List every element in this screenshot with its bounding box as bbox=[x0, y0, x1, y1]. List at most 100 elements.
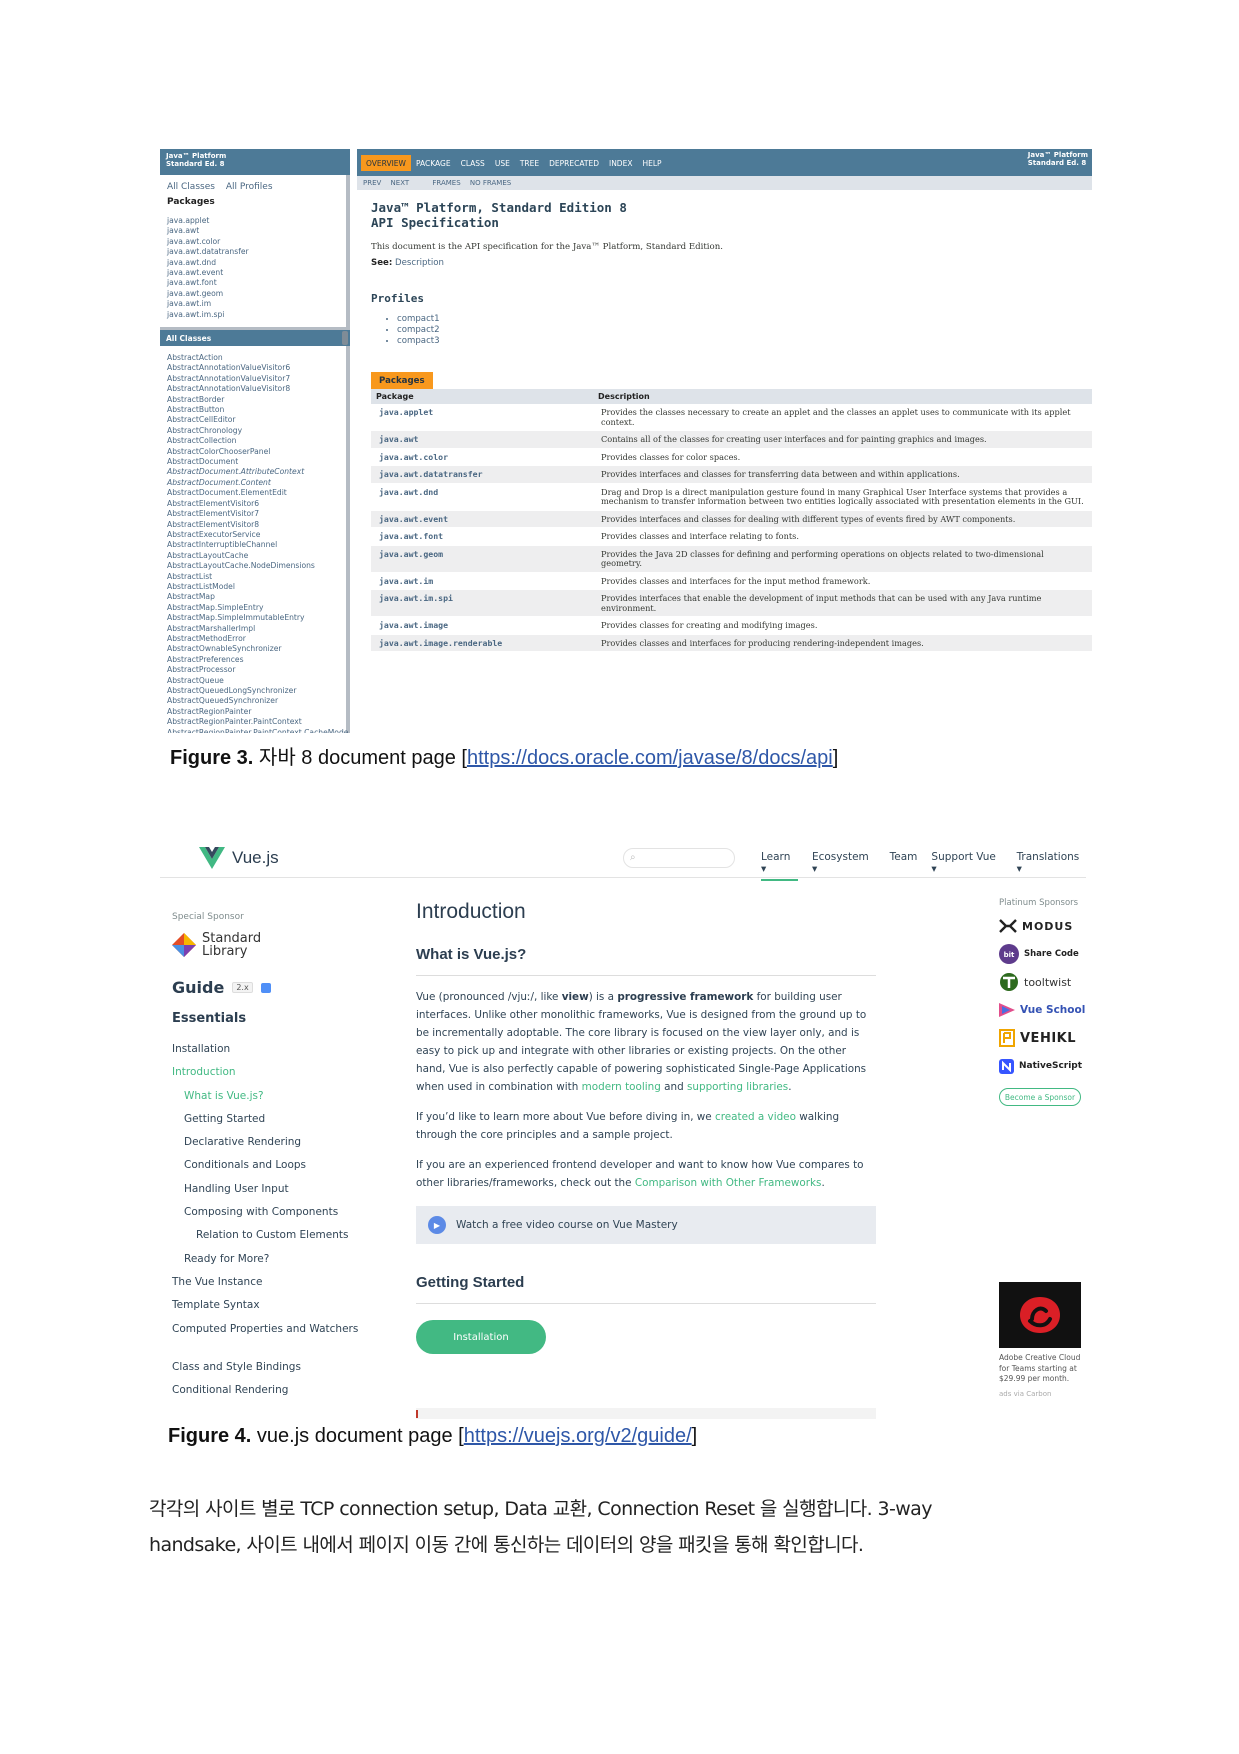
caption-link[interactable]: https://vuejs.org/v2/guide/ bbox=[464, 1425, 692, 1447]
standard-library-logo[interactable]: Standard Library bbox=[172, 932, 372, 958]
package-name-link[interactable]: java.awt.image bbox=[371, 616, 593, 635]
sponsor-tooltwist[interactable]: tooltwist bbox=[999, 973, 1086, 991]
package-link[interactable]: java.awt.font bbox=[167, 278, 343, 288]
class-link[interactable]: AbstractAnnotationValueVisitor6 bbox=[167, 363, 343, 373]
class-link[interactable]: AbstractRegionPainter.PaintContext bbox=[167, 717, 343, 727]
package-name-link[interactable]: java.awt.image.renderable bbox=[371, 634, 593, 652]
sponsor-vueschool[interactable]: Vue School bbox=[999, 1002, 1086, 1018]
nav-item-package[interactable]: PACKAGE bbox=[411, 155, 456, 171]
class-link[interactable]: AbstractPreferences bbox=[167, 655, 343, 665]
no-frames-link[interactable]: NO FRAMES bbox=[470, 179, 511, 187]
sidebar-item[interactable]: Class and Style Bindings bbox=[172, 1356, 372, 1379]
nav-item[interactable]: Learn ▾ bbox=[761, 851, 798, 881]
sidebar-item[interactable]: Getting Started bbox=[172, 1108, 372, 1131]
class-link[interactable]: AbstractOwnableSynchronizer bbox=[167, 644, 343, 654]
supporting-libraries-link[interactable]: supporting libraries bbox=[687, 1081, 788, 1093]
become-sponsor-button[interactable]: Become a Sponsor bbox=[999, 1088, 1081, 1106]
ads-via-carbon[interactable]: ads via Carbon bbox=[999, 1390, 1081, 1398]
sidebar-item[interactable]: Template Syntax bbox=[172, 1294, 372, 1317]
class-link[interactable]: AbstractElementVisitor7 bbox=[167, 509, 343, 519]
sponsor-modus[interactable]: MODUS bbox=[999, 918, 1086, 934]
class-link[interactable]: AbstractMap.SimpleImmutableEntry bbox=[167, 613, 343, 623]
class-link[interactable]: AbstractElementVisitor8 bbox=[167, 520, 343, 530]
class-link[interactable]: AbstractLayoutCache bbox=[167, 551, 343, 561]
class-link[interactable]: AbstractDocument.AttributeContext bbox=[167, 467, 343, 477]
nav-item[interactable]: Support Vue ▾ bbox=[931, 851, 1002, 881]
sponsor-nativescript[interactable]: NativeScript bbox=[999, 1058, 1086, 1074]
nav-item-index[interactable]: INDEX bbox=[604, 155, 637, 171]
package-link[interactable]: java.awt.dnd bbox=[167, 258, 343, 268]
all-classes-link[interactable]: All Classes bbox=[167, 182, 215, 192]
package-name-link[interactable]: java.awt.datatransfer bbox=[371, 465, 593, 484]
package-link[interactable]: java.awt.geom bbox=[167, 289, 343, 299]
next-link[interactable]: NEXT bbox=[391, 179, 410, 187]
sidebar-item[interactable]: The Vue Instance bbox=[172, 1271, 372, 1294]
class-link[interactable]: AbstractAnnotationValueVisitor7 bbox=[167, 374, 343, 384]
sidebar-item[interactable]: Computed Properties and Watchers bbox=[172, 1318, 372, 1356]
class-link[interactable]: AbstractCellEditor bbox=[167, 415, 343, 425]
version-select[interactable]: 2.x bbox=[232, 982, 253, 993]
description-link[interactable]: Description bbox=[395, 258, 444, 268]
class-link[interactable]: AbstractListModel bbox=[167, 582, 343, 592]
class-link[interactable]: AbstractBorder bbox=[167, 395, 343, 405]
package-link[interactable]: java.applet bbox=[167, 216, 343, 226]
package-link[interactable]: java.awt.event bbox=[167, 268, 343, 278]
package-link[interactable]: java.awt.im bbox=[167, 299, 343, 309]
frame-scrollbar[interactable] bbox=[342, 331, 348, 345]
nav-item[interactable]: Ecosystem ▾ bbox=[812, 851, 876, 881]
nav-item-tree[interactable]: TREE bbox=[515, 155, 544, 171]
class-link[interactable]: AbstractChronology bbox=[167, 426, 343, 436]
nav-item-help[interactable]: HELP bbox=[637, 155, 666, 171]
sponsor-sharecode[interactable]: bit Share Code bbox=[999, 944, 1086, 964]
class-link[interactable]: AbstractDocument.Content bbox=[167, 478, 343, 488]
class-link[interactable]: AbstractMarshallerImpl bbox=[167, 624, 343, 634]
package-link[interactable]: java.awt.im.spi bbox=[167, 310, 343, 320]
nav-item[interactable]: Translations ▾ bbox=[1017, 851, 1086, 881]
class-link[interactable]: AbstractProcessor bbox=[167, 665, 343, 675]
sidebar-item[interactable]: Ready for More? bbox=[172, 1248, 372, 1271]
sidebar-item[interactable]: Declarative Rendering bbox=[172, 1131, 372, 1154]
class-link[interactable]: AbstractElementVisitor6 bbox=[167, 499, 343, 509]
class-link[interactable]: AbstractQueuedSynchronizer bbox=[167, 696, 343, 706]
sidebar-item[interactable]: Composing with Components bbox=[172, 1201, 372, 1224]
frames-link[interactable]: FRAMES bbox=[432, 179, 460, 187]
class-link[interactable]: AbstractRegionPainter.PaintContext.Cache… bbox=[167, 728, 348, 733]
package-name-link[interactable]: java.awt.dnd bbox=[371, 483, 593, 511]
all-profiles-link[interactable]: All Profiles bbox=[226, 182, 273, 192]
package-link[interactable]: java.awt.datatransfer bbox=[167, 247, 343, 257]
vue-logo[interactable]: Vue.js bbox=[199, 847, 279, 869]
sidebar-item[interactable]: What is Vue.js? bbox=[172, 1085, 372, 1108]
class-link[interactable]: AbstractDocument bbox=[167, 457, 343, 467]
class-link[interactable]: AbstractButton bbox=[167, 405, 343, 415]
class-link[interactable]: AbstractExecutorService bbox=[167, 530, 343, 540]
package-link[interactable]: java.awt.color bbox=[167, 237, 343, 247]
class-link[interactable]: AbstractCollection bbox=[167, 436, 343, 446]
class-link[interactable]: AbstractInterruptibleChannel bbox=[167, 540, 343, 550]
package-name-link[interactable]: java.awt.event bbox=[371, 510, 593, 528]
search-input[interactable]: ⌕ bbox=[623, 848, 735, 868]
class-link[interactable]: AbstractDocument.ElementEdit bbox=[167, 488, 343, 498]
class-link[interactable]: AbstractMap bbox=[167, 592, 343, 602]
class-link[interactable]: AbstractQueuedLongSynchronizer bbox=[167, 686, 343, 696]
profile-link[interactable]: compact2 bbox=[397, 325, 1092, 336]
created-video-link[interactable]: created a video bbox=[715, 1111, 796, 1123]
class-link[interactable]: AbstractColorChooserPanel bbox=[167, 447, 343, 457]
sidebar-item[interactable]: Conditionals and Loops bbox=[172, 1154, 372, 1177]
nav-item-use[interactable]: USE bbox=[490, 155, 515, 171]
sidebar-item[interactable]: Handling User Input bbox=[172, 1178, 372, 1201]
sidebar-item[interactable]: Introduction bbox=[172, 1061, 372, 1084]
package-name-link[interactable]: java.awt.im.spi bbox=[371, 589, 593, 617]
nav-item[interactable]: Team bbox=[890, 851, 918, 881]
class-link[interactable]: AbstractMethodError bbox=[167, 634, 343, 644]
sponsor-vehikl[interactable]: VEHIKL bbox=[999, 1029, 1086, 1047]
modern-tooling-link[interactable]: modern tooling bbox=[582, 1081, 661, 1093]
comparison-link[interactable]: Comparison with Other Frameworks bbox=[635, 1177, 822, 1189]
installation-button[interactable]: Installation bbox=[416, 1320, 546, 1354]
class-link[interactable]: AbstractAnnotationValueVisitor8 bbox=[167, 384, 343, 394]
video-course-banner[interactable]: ▶ Watch a free video course on Vue Maste… bbox=[416, 1206, 876, 1244]
nav-item-deprecated[interactable]: DEPRECATED bbox=[544, 155, 604, 171]
class-link[interactable]: AbstractList bbox=[167, 572, 343, 582]
package-name-link[interactable]: java.applet bbox=[371, 404, 593, 431]
package-name-link[interactable]: java.awt.font bbox=[371, 527, 593, 546]
profile-link[interactable]: compact1 bbox=[397, 314, 1092, 325]
